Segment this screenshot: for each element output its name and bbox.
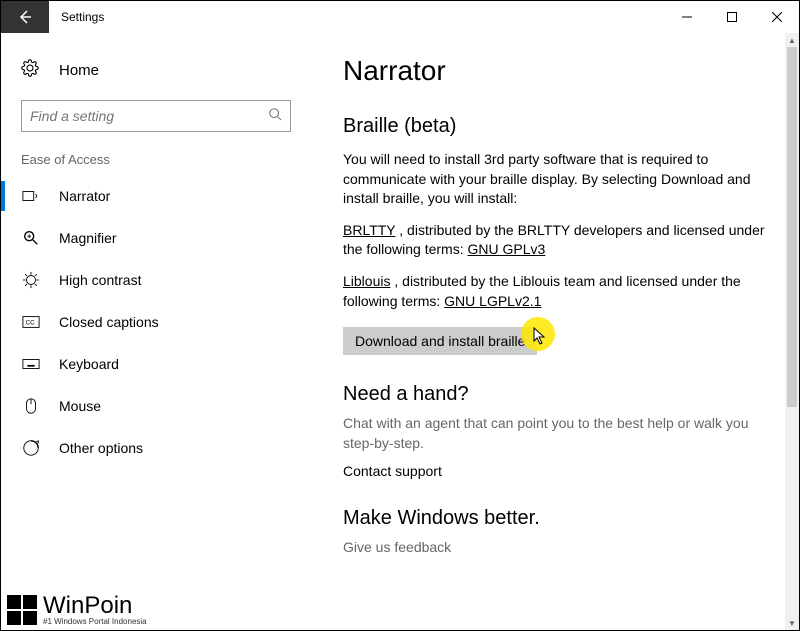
page-title: Narrator <box>343 55 771 87</box>
closed-captions-icon: CC <box>21 313 41 331</box>
svg-text:CC: CC <box>26 320 36 327</box>
brltty-link[interactable]: BRLTTY <box>343 222 395 238</box>
maximize-button[interactable] <box>709 1 754 33</box>
magnifier-icon <box>21 229 41 247</box>
download-install-braille-button[interactable]: Download and install braille <box>343 327 537 355</box>
sidebar: Home Ease of Access Narrator Magnifier <box>1 33 311 630</box>
gear-icon <box>21 59 41 82</box>
sidebar-item-mouse[interactable]: Mouse <box>1 385 311 427</box>
sidebar-item-high-contrast[interactable]: High contrast <box>1 259 311 301</box>
sidebar-item-label: Narrator <box>59 188 110 204</box>
brltty-text: , distributed by the BRLTTY developers a… <box>343 222 765 258</box>
sidebar-item-label: Keyboard <box>59 356 119 372</box>
braille-heading: Braille (beta) <box>343 115 771 138</box>
back-button[interactable] <box>1 1 49 33</box>
close-button[interactable] <box>754 1 799 33</box>
braille-intro: You will need to install 3rd party softw… <box>343 150 771 209</box>
sidebar-item-label: Closed captions <box>59 314 159 330</box>
minimize-button[interactable] <box>664 1 709 33</box>
other-options-icon <box>21 439 41 457</box>
scroll-down-button[interactable]: ▼ <box>785 616 799 630</box>
narrator-icon <box>21 187 41 205</box>
scroll-up-button[interactable]: ▲ <box>785 33 799 47</box>
winpoin-logo-icon <box>7 595 37 625</box>
watermark: WinPoin #1 Windows Portal Indonesia <box>7 594 147 626</box>
sidebar-item-keyboard[interactable]: Keyboard <box>1 343 311 385</box>
sidebar-item-label: High contrast <box>59 272 141 288</box>
brltty-line: BRLTTY , distributed by the BRLTTY devel… <box>343 221 771 260</box>
search-field[interactable] <box>30 108 268 124</box>
sidebar-item-label: Other options <box>59 440 143 456</box>
home-label: Home <box>59 62 99 79</box>
sidebar-item-label: Magnifier <box>59 230 117 246</box>
feedback-link[interactable]: Give us feedback <box>343 538 771 558</box>
watermark-brand: WinPoin <box>43 594 147 618</box>
watermark-tagline: #1 Windows Portal Indonesia <box>43 618 147 626</box>
sidebar-item-closed-captions[interactable]: CC Closed captions <box>1 301 311 343</box>
need-hand-heading: Need a hand? <box>343 383 771 406</box>
window-title: Settings <box>49 1 116 33</box>
contact-support-link[interactable]: Contact support <box>343 463 771 479</box>
make-better-heading: Make Windows better. <box>343 507 771 530</box>
liblouis-line: Liblouis , distributed by the Liblouis t… <box>343 272 771 311</box>
liblouis-text: , distributed by the Liblouis team and l… <box>343 273 741 309</box>
sidebar-item-magnifier[interactable]: Magnifier <box>1 217 311 259</box>
liblouis-link[interactable]: Liblouis <box>343 273 390 289</box>
keyboard-icon <box>21 355 41 373</box>
mouse-icon <box>21 397 41 415</box>
search-icon <box>268 107 282 126</box>
scroll-thumb[interactable] <box>787 47 797 407</box>
need-hand-text: Chat with an agent that can point you to… <box>343 414 771 453</box>
main-content: Narrator Braille (beta) You will need to… <box>311 33 799 630</box>
category-label: Ease of Access <box>1 152 311 175</box>
gnu-gpl-link[interactable]: GNU GPLv3 <box>468 241 546 257</box>
sidebar-item-label: Mouse <box>59 398 101 414</box>
scrollbar[interactable]: ▲ ▼ <box>785 33 799 630</box>
high-contrast-icon <box>21 271 41 289</box>
sidebar-item-other-options[interactable]: Other options <box>1 427 311 469</box>
home-nav[interactable]: Home <box>1 51 311 100</box>
gnu-lgpl-link[interactable]: GNU LGPLv2.1 <box>444 293 541 309</box>
sidebar-item-narrator[interactable]: Narrator <box>1 175 311 217</box>
search-input[interactable] <box>21 100 291 132</box>
